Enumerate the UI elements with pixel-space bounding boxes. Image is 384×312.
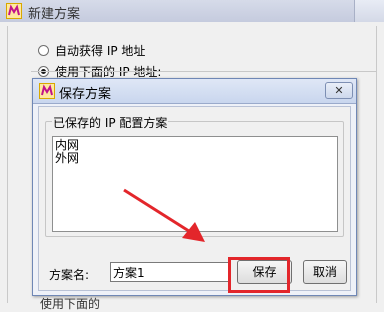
close-button[interactable]: ✕ xyxy=(325,82,353,99)
parent-frame-line xyxy=(7,26,8,303)
app-logo-icon xyxy=(6,3,22,19)
group-label: 已保存的 IP 配置方案 xyxy=(52,114,169,131)
cancel-button[interactable]: 取消 xyxy=(303,260,347,284)
list-item[interactable]: 外网 xyxy=(55,152,79,165)
close-icon: ✕ xyxy=(334,84,344,97)
parent-group-border xyxy=(31,71,377,72)
parent-title-bar: 新建方案 xyxy=(0,0,384,23)
saved-schemes-list[interactable]: 内网 外网 xyxy=(52,136,338,232)
scheme-name-label: 方案名: xyxy=(49,268,90,282)
scheme-name-input[interactable] xyxy=(110,262,231,282)
dialog-content: 已保存的 IP 配置方案 内网 外网 方案名: 保存 取消 xyxy=(38,106,351,291)
parent-partial-text: 使用下面的 xyxy=(40,297,101,311)
dialog-title: 保存方案 xyxy=(59,87,112,102)
saved-schemes-group: 已保存的 IP 配置方案 内网 外网 xyxy=(45,114,344,237)
radio-auto-ip[interactable]: 自动获得 IP 地址 xyxy=(38,42,145,59)
parent-frame-line xyxy=(376,26,377,303)
app-logo-icon xyxy=(39,83,55,99)
save-button-highlight xyxy=(228,257,290,293)
dialog-title-bar[interactable]: 保存方案 ✕ xyxy=(33,79,356,104)
parent-window-title: 新建方案 xyxy=(28,7,81,22)
parent-title-controls xyxy=(354,0,384,22)
radio-button[interactable] xyxy=(38,45,49,56)
radio-auto-label: 自动获得 IP 地址 xyxy=(55,44,146,58)
save-scheme-dialog: 保存方案 ✕ 已保存的 IP 配置方案 内网 外网 方案名: 保存 取消 xyxy=(32,78,357,296)
